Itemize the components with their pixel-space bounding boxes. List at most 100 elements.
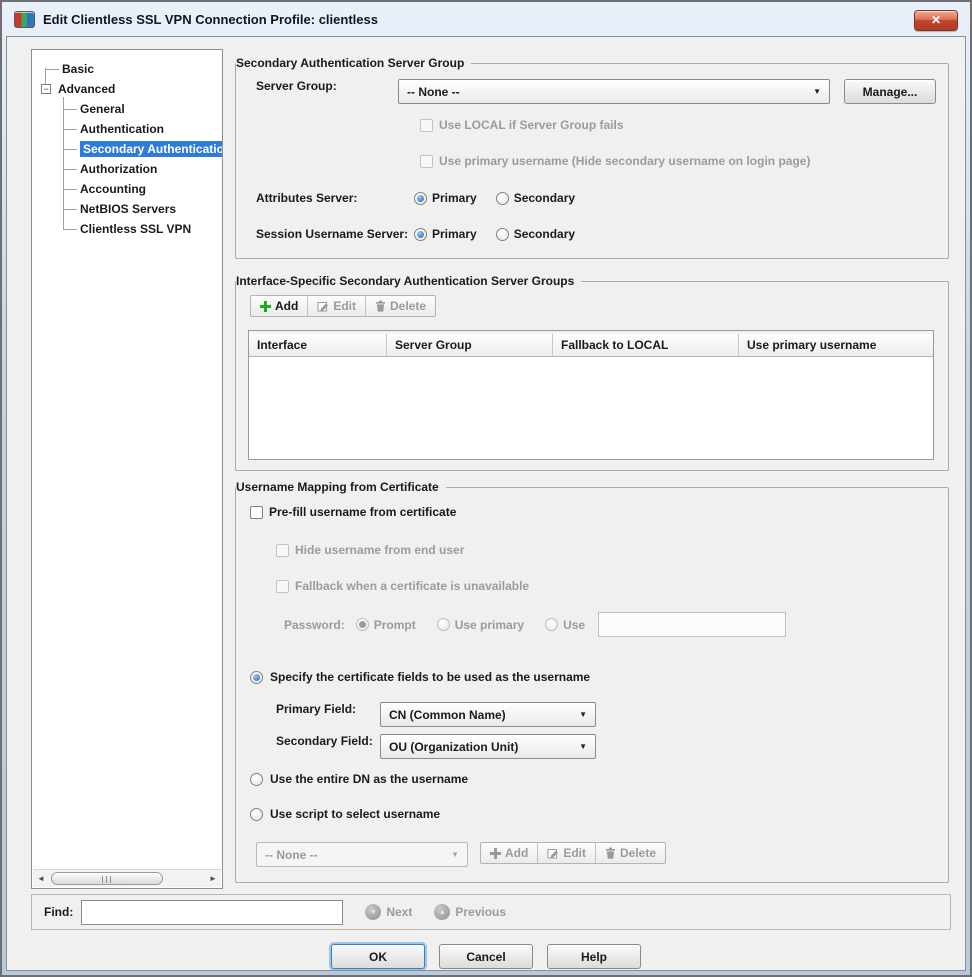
next-icon[interactable]: ▼ [365,904,381,920]
group-title: Secondary Authentication Server Group [236,56,471,70]
use-primary-username-label: Use primary username (Hide secondary use… [439,154,810,168]
password-use-primary-radio[interactable] [437,618,450,631]
tree-horizontal-scrollbar[interactable]: ◄ ► [33,869,221,887]
tree-item-secondary-authentication[interactable]: Secondary Authentication [32,139,222,159]
script-select[interactable]: -- None -- ▼ [256,842,468,867]
session-primary-radio[interactable] [414,228,427,241]
scroll-right-icon[interactable]: ► [205,870,221,887]
tree-item-advanced[interactable]: − Advanced [32,79,222,99]
find-label: Find: [44,905,73,919]
next-button[interactable]: ▼ Next [365,904,412,920]
footer-buttons: OK Cancel Help [7,940,965,971]
tree-item-accounting[interactable]: Accounting [32,179,222,199]
table-header-use-primary[interactable]: Use primary username [739,334,933,356]
close-icon: ✕ [931,13,941,27]
edit-icon [547,847,559,859]
dropdown-arrow-icon: ▼ [579,742,587,751]
table-header-fallback[interactable]: Fallback to LOCAL [553,334,739,356]
password-input[interactable] [598,612,786,637]
table-header-interface[interactable]: Interface [249,334,387,356]
dialog-content: Basic − Advanced General Authentication … [6,36,966,971]
interface-table[interactable]: Interface Server Group Fallback to LOCAL… [248,330,934,460]
attributes-primary-radio[interactable] [414,192,427,205]
tree-item-general[interactable]: General [32,99,222,119]
attributes-secondary-radio[interactable] [496,192,509,205]
dropdown-arrow-icon: ▼ [579,710,587,719]
group-secondary-auth-server: Secondary Authentication Server Group Se… [235,63,949,259]
entire-dn-radio[interactable] [250,773,263,786]
nav-tree: Basic − Advanced General Authentication … [32,50,222,239]
window-title: Edit Clientless SSL VPN Connection Profi… [43,12,378,27]
session-username-server-label: Session Username Server: [256,227,408,241]
fallback-certificate-label: Fallback when a certificate is unavailab… [295,579,529,593]
delete-button[interactable]: Delete [366,296,435,316]
session-secondary-radio[interactable] [496,228,509,241]
tree-collapse-icon[interactable]: − [41,84,51,94]
prefill-username-label: Pre-fill username from certificate [269,505,456,519]
primary-field-select[interactable]: CN (Common Name) ▼ [380,702,596,727]
edit-icon [317,300,329,312]
secondary-field-select[interactable]: OU (Organization Unit) ▼ [380,734,596,759]
scroll-left-icon[interactable]: ◄ [33,870,49,887]
prefill-username-checkbox[interactable] [250,506,263,519]
cancel-button[interactable]: Cancel [439,944,533,969]
password-prompt-radio[interactable] [356,618,369,631]
tree-item-authentication[interactable]: Authentication [32,119,222,139]
previous-button[interactable]: ▲ Previous [434,904,506,920]
plus-icon [490,848,501,859]
script-add-button[interactable]: Add [481,843,538,863]
manage-button[interactable]: Manage... [844,79,936,104]
plus-icon [260,301,271,312]
close-button[interactable]: ✕ [914,10,958,31]
script-edit-button[interactable]: Edit [538,843,596,863]
primary-field-label: Primary Field: [276,702,356,716]
specify-certificate-fields-radio[interactable] [250,671,263,684]
help-button[interactable]: Help [547,944,641,969]
use-local-label: Use LOCAL if Server Group fails [439,118,624,132]
titlebar: Edit Clientless SSL VPN Connection Profi… [2,2,970,36]
entire-dn-label: Use the entire DN as the username [270,772,468,786]
dialog-window: Edit Clientless SSL VPN Connection Profi… [0,0,972,977]
specify-certificate-fields-label: Specify the certificate fields to be use… [270,670,590,684]
edit-button[interactable]: Edit [308,296,366,316]
find-bar: Find: ▼ Next ▲ Previous [31,894,951,930]
table-toolbar: Add Edit Delete [250,295,436,317]
add-button[interactable]: Add [251,296,308,316]
tree-item-authorization[interactable]: Authorization [32,159,222,179]
previous-icon[interactable]: ▲ [434,904,450,920]
server-group-label: Server Group: [256,79,337,93]
fallback-certificate-checkbox[interactable] [276,580,289,593]
nav-tree-panel: Basic − Advanced General Authentication … [31,49,223,889]
script-toolbar: Add Edit Delete [480,842,666,864]
group-title: Username Mapping from Certificate [236,480,446,494]
table-header-server-group[interactable]: Server Group [387,334,553,356]
group-title: Interface-Specific Secondary Authenticat… [236,274,581,288]
use-script-label: Use script to select username [270,807,440,821]
ok-button[interactable]: OK [331,944,425,969]
tree-item-basic[interactable]: Basic [32,59,222,79]
password-use-radio[interactable] [545,618,558,631]
use-local-checkbox[interactable] [420,119,433,132]
use-script-radio[interactable] [250,808,263,821]
group-interface-specific: Interface-Specific Secondary Authenticat… [235,281,949,471]
tree-advanced-children: General Authentication Secondary Authent… [32,99,222,239]
password-label: Password: [284,618,345,632]
server-group-select[interactable]: -- None -- ▼ [398,79,830,104]
secondary-field-label: Secondary Field: [276,734,373,748]
tree-item-clientless-ssl-vpn[interactable]: Clientless SSL VPN [32,219,222,239]
main-panel: Secondary Authentication Server Group Se… [229,49,951,889]
attributes-server-label: Attributes Server: [256,191,357,205]
table-header-row: Interface Server Group Fallback to LOCAL… [249,331,933,357]
scrollbar-thumb[interactable] [51,872,163,885]
tree-item-netbios-servers[interactable]: NetBIOS Servers [32,199,222,219]
hide-username-checkbox[interactable] [276,544,289,557]
trash-icon [375,300,386,312]
script-delete-button[interactable]: Delete [596,843,665,863]
app-icon [14,11,35,28]
use-primary-username-checkbox[interactable] [420,155,433,168]
dropdown-arrow-icon: ▼ [813,87,821,96]
group-username-mapping: Username Mapping from Certificate Pre-fi… [235,487,949,883]
find-input[interactable] [81,900,343,925]
table-body-empty [249,357,933,458]
hide-username-label: Hide username from end user [295,543,464,557]
